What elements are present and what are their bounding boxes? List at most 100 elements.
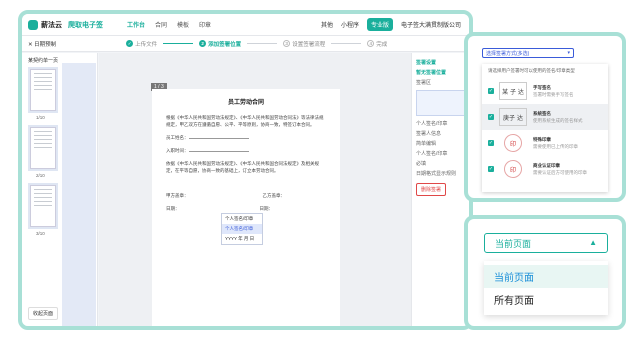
step-bar: ✕ 日期预制 ✓ 上传文件 2 添加签署位置 3 设置签署流程 4 完成 [22, 36, 469, 52]
logo-icon [28, 19, 38, 30]
field-date-line [188, 151, 249, 152]
doc-intro: 根据《中华人民共和国劳动法规定》、《中华人民共和国劳动合同法》等法律法规规定，甲… [166, 115, 324, 127]
checkbox-checked-icon[interactable]: ✓ [488, 166, 494, 172]
document-canvas: 1 / 3 员工劳动合同 根据《中华人民共和国劳动法规定》、《中华人民共和国劳动… [99, 53, 411, 326]
seal-option-selected[interactable]: ✓ 庚子 达 系统签名 使用系统生成的签名样式 [482, 104, 608, 130]
sig-option-selected[interactable]: 个人签名/印章 [222, 224, 262, 234]
personal-seal-slot[interactable] [416, 90, 465, 116]
product-name: 爬取电子签 [68, 21, 103, 29]
nav-workbench[interactable]: 工作台 [127, 20, 145, 29]
field-date-row: 入职时间： [166, 147, 326, 154]
seal-info: 特殊印章 需要使用已上传的印章 [533, 137, 578, 150]
field-name-label: 员工姓名： [166, 135, 189, 140]
caret-up-icon: ▲ [589, 238, 597, 247]
signature-placeholder[interactable]: 个人签名/印章 个人签名/印章 YYYY 年 月 日 [221, 213, 263, 245]
back-button[interactable]: ✕ 日期预制 [28, 40, 56, 48]
page-thumbnails-panel: 某契约单一页 1/10 2/10 3/10 收起页面 [22, 53, 98, 326]
seal-option[interactable]: ✓ 某 子 达 手写签名 签署时需要手写签名 [482, 78, 608, 104]
delete-sign-button[interactable]: 删除签署 [416, 183, 447, 196]
personal-seal-label: 个人签名/印章 [416, 121, 448, 127]
page-thumbnail-2[interactable] [30, 127, 56, 169]
thumbnail-strip [62, 63, 96, 326]
step-divider [331, 43, 362, 44]
app-name: 薪法云 [41, 21, 62, 29]
collapse-pages-button[interactable]: 收起页面 [28, 307, 59, 320]
date-format-hint: 日期格式显示规则 [416, 171, 457, 177]
section-sign-area: 签署区 [416, 80, 432, 86]
step-2-label: 添加签署位置 [208, 41, 242, 48]
checkbox-checked-icon[interactable]: ✓ [488, 88, 494, 94]
seal-info: 系统签名 使用系统生成的签名样式 [533, 111, 583, 124]
page-scope-value: 当前页面 [495, 239, 532, 249]
seal-type-callout: 选择签署方式(多选) ▾ 请选择用户签署时可以使用的签名/印章类型 ✓ 某 子 … [464, 32, 626, 202]
step-2: 2 添加签署位置 [199, 40, 241, 48]
party-a-label: 甲方盖章： [166, 193, 189, 198]
seal-title: 系统签名 [533, 110, 551, 116]
seal-option[interactable]: ✓ 印 商业认证印章 需要认证后方可使用的印章 [482, 156, 608, 182]
option-current-page[interactable]: 当前页面 [484, 265, 608, 288]
section-simple-edit: 简单编辑 [416, 141, 437, 147]
doc-clause: 依据《中华人民共和国劳动法规定》、《中华人民共和国合同法规定》及相关规定，在平等… [166, 161, 319, 173]
app-window: 薪法云 爬取电子签 工作台 合同 模板 印章 其他 小程序 专业版 电子签大满贯… [18, 10, 473, 330]
steps: ✓ 上传文件 2 添加签署位置 3 设置签署流程 4 完成 [126, 40, 387, 48]
page-label: 3/10 [36, 231, 45, 236]
party-b-label: 乙方盖章： [262, 193, 286, 198]
section-signer-info: 签署人信息 [416, 131, 442, 137]
top-nav: 工作台 合同 模板 印章 [127, 20, 211, 29]
step-4-num: 4 [367, 40, 375, 47]
sig-option[interactable]: 个人签名/印章 [222, 214, 262, 224]
page-thumbnail-3[interactable] [30, 185, 56, 227]
settings-panel: 签署设置 暂无签署位置 签署区 个人签名/印章 签署人信息 简单编辑 个人签名/… [411, 53, 469, 326]
chevron-down-icon: ▾ [567, 50, 570, 56]
nav-templates[interactable]: 模板 [177, 20, 189, 29]
page-label: 1/10 [36, 115, 45, 120]
nav-contracts[interactable]: 合同 [155, 20, 167, 29]
required-toggle[interactable]: 必填 [416, 160, 465, 167]
top-bar: 薪法云 爬取电子签 工作台 合同 模板 印章 其他 小程序 专业版 电子签大满贯… [22, 14, 469, 36]
seal-preview: 庚子 达 [499, 108, 527, 126]
page-label: 2/10 [36, 173, 45, 178]
back-label: 日期预制 [34, 41, 57, 48]
seal-desc: 需要使用已上传的印章 [533, 143, 578, 149]
option-all-pages[interactable]: 所有页面 [484, 288, 608, 311]
page-thumbnail-1[interactable] [30, 69, 56, 111]
date-a-label: 日期： [166, 206, 180, 211]
no-position-hint: 暂无签署位置 [416, 70, 447, 76]
seal-desc: 需要认证后方可使用的印章 [533, 169, 587, 175]
page-scope-select[interactable]: 当前页面 ▲ [484, 233, 608, 253]
top-right-actions: 其他 小程序 专业版 电子签大满贯制版公司 [321, 18, 461, 31]
company-switcher[interactable]: 电子签大满贯制版公司 [401, 20, 461, 29]
seal-title: 手写签名 [533, 84, 551, 90]
field-label[interactable]: 个人签名/印章 [416, 150, 465, 157]
seal-desc: 签署时需要手写签名 [533, 91, 574, 97]
step-3-label: 设置签署流程 [292, 41, 326, 48]
seal-option[interactable]: ✓ 印 特殊印章 需要使用已上传的印章 [482, 130, 608, 156]
step-1: ✓ 上传文件 [126, 40, 157, 48]
sign-method-select[interactable]: 选择签署方式(多选) ▾ [482, 48, 574, 58]
step-3: 3 设置签署流程 [283, 40, 325, 48]
checkbox-checked-icon[interactable]: ✓ [488, 140, 494, 146]
step-divider [247, 43, 278, 44]
field-date-label: 入职时间： [166, 148, 189, 153]
page-scope-callout: 当前页面 ▲ 当前页面 所有页面 [464, 215, 626, 330]
other-link[interactable]: 其他 [321, 20, 333, 29]
pro-badge[interactable]: 专业版 [366, 18, 393, 31]
party-row: 甲方盖章： 乙方盖章： [166, 192, 326, 199]
seal-desc: 使用系统生成的签名样式 [533, 117, 583, 123]
seal-type-description: 请选择用户签署时可以使用的签名/印章类型 [488, 68, 575, 73]
step-3-num: 3 [283, 40, 291, 47]
sig-date-format[interactable]: YYYY 年 月 日 [222, 234, 262, 244]
stamp-preview: 印 [504, 134, 522, 152]
step-1-label: 上传文件 [135, 41, 158, 48]
field-name-line [188, 138, 249, 139]
nav-seals[interactable]: 印章 [199, 20, 211, 29]
step-divider [163, 43, 194, 44]
seal-title: 特殊印章 [533, 136, 551, 142]
seal-info: 商业认证印章 需要认证后方可使用的印章 [533, 163, 587, 176]
seal-preview: 某 子 达 [499, 82, 527, 100]
miniapp-link[interactable]: 小程序 [341, 20, 359, 29]
date-row: 日期： 日期： [166, 205, 326, 212]
checkbox-checked-icon[interactable]: ✓ [488, 114, 494, 120]
sign-method-value: 选择签署方式(多选) [486, 51, 530, 57]
seal-info: 手写签名 签署时需要手写签名 [533, 85, 574, 98]
